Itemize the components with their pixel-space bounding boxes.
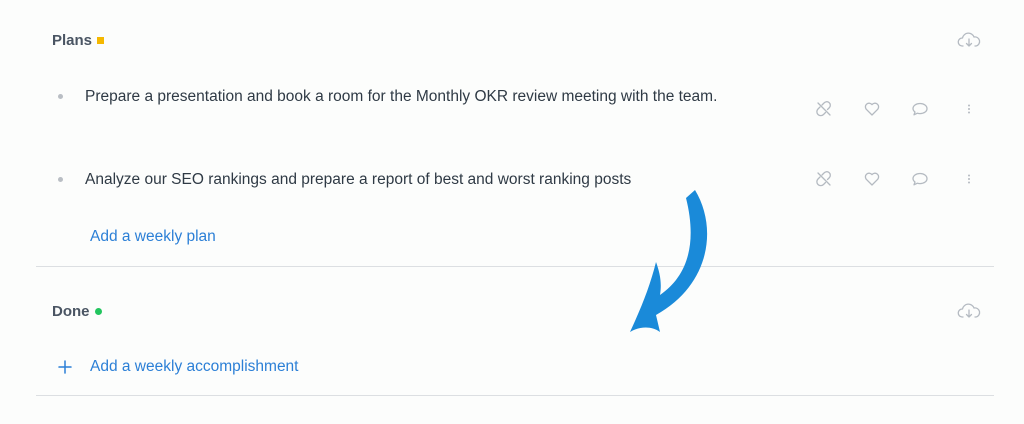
- curved-arrow-icon: [630, 190, 708, 332]
- plan-item: Prepare a presentation and book a room f…: [0, 84, 1024, 140]
- plan-bullet: [58, 94, 63, 99]
- unlink-icon[interactable]: [814, 99, 834, 119]
- plans-section-title: Plans: [52, 32, 105, 49]
- comment-icon[interactable]: [910, 169, 930, 189]
- heart-icon[interactable]: [862, 169, 882, 189]
- plans-cloud-download-icon[interactable]: [957, 31, 981, 49]
- more-vertical-icon[interactable]: [959, 169, 979, 189]
- add-weekly-accomplishment-link[interactable]: Add a weekly accomplishment: [90, 358, 299, 376]
- done-status-indicator: [94, 308, 102, 315]
- done-cloud-download-icon[interactable]: [957, 302, 981, 320]
- bottom-divider: [36, 395, 994, 396]
- unlink-icon[interactable]: [814, 169, 834, 189]
- done-title-label: Done: [52, 303, 90, 320]
- plan-bullet: [58, 177, 63, 182]
- plan-item: Analyze our SEO rankings and prepare a r…: [0, 167, 1024, 197]
- comment-icon[interactable]: [910, 99, 930, 119]
- more-vertical-icon[interactable]: [959, 99, 979, 119]
- plans-title-label: Plans: [52, 32, 93, 49]
- heart-icon[interactable]: [862, 99, 882, 119]
- plus-icon[interactable]: [57, 359, 73, 375]
- add-weekly-plan-link[interactable]: Add a weekly plan: [90, 228, 216, 246]
- plans-status-indicator: [97, 37, 105, 44]
- plan-item-text[interactable]: Prepare a presentation and book a room f…: [85, 84, 725, 110]
- section-divider: [36, 266, 994, 267]
- done-section-title: Done: [52, 303, 102, 320]
